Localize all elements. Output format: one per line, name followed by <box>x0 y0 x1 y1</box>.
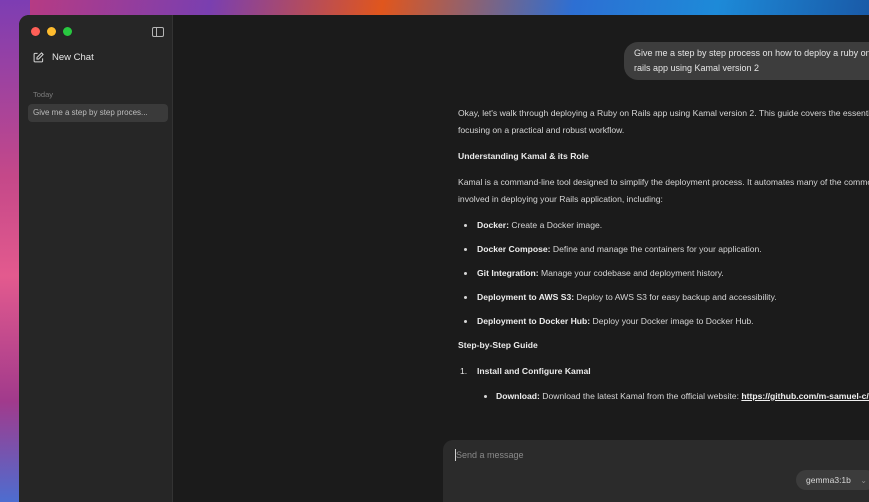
response-paragraph: Kamal is a command-line tool designed to… <box>458 177 869 204</box>
user-message-bubble: Give me a step by step process on how to… <box>624 42 869 80</box>
chat-panel: Give me a step by step process on how to… <box>173 15 869 502</box>
sidebar: New Chat Today Give me a step by step pr… <box>19 15 173 502</box>
window-controls <box>31 27 72 36</box>
compose-icon <box>33 52 44 63</box>
chevron-down-icon: ⌄ <box>860 476 867 485</box>
list-item: Docker Compose: Define and manage the co… <box>458 241 869 258</box>
history-item[interactable]: Give me a step by step proces... <box>28 104 168 122</box>
message-input[interactable] <box>456 446 869 464</box>
response-intro: Okay, let's walk through deploying a Rub… <box>458 108 869 135</box>
model-selector[interactable]: gemma3:1b ⌄ <box>796 470 869 490</box>
assistant-response: Okay, let's walk through deploying a Rub… <box>458 105 869 412</box>
new-chat-label: New Chat <box>52 52 94 63</box>
list-item: Deployment to AWS S3: Deploy to AWS S3 f… <box>458 289 869 306</box>
new-chat-button[interactable]: New Chat <box>33 52 94 63</box>
feature-list: Docker: Create a Docker image. Docker Co… <box>458 217 869 330</box>
model-name: gemma3:1b <box>806 475 851 485</box>
numbered-step: 1. Install and Configure Kamal <box>458 363 869 380</box>
zoom-window-button[interactable] <box>63 27 72 36</box>
sidebar-toggle-icon[interactable] <box>152 27 164 37</box>
github-link[interactable]: https://github.com/m-samuel-c/kamal <box>741 391 869 401</box>
list-item: Docker: Create a Docker image. <box>458 217 869 234</box>
list-item: Git Integration: Manage your codebase an… <box>458 265 869 282</box>
history-section-label: Today <box>33 90 54 99</box>
message-composer: gemma3:1b ⌄ <box>443 440 869 502</box>
response-heading: Step-by-Step Guide <box>458 340 538 350</box>
minimize-window-button[interactable] <box>47 27 56 36</box>
step-title: Install and Configure Kamal <box>477 366 591 376</box>
step-number: 1. <box>460 366 468 376</box>
response-heading: Understanding Kamal & its Role <box>458 151 589 161</box>
app-window: New Chat Today Give me a step by step pr… <box>19 15 869 502</box>
list-item: Download: Download the latest Kamal from… <box>458 388 869 405</box>
close-window-button[interactable] <box>31 27 40 36</box>
step-sublist: Download: Download the latest Kamal from… <box>458 388 869 405</box>
list-item: Deployment to Docker Hub: Deploy your Do… <box>458 313 869 330</box>
